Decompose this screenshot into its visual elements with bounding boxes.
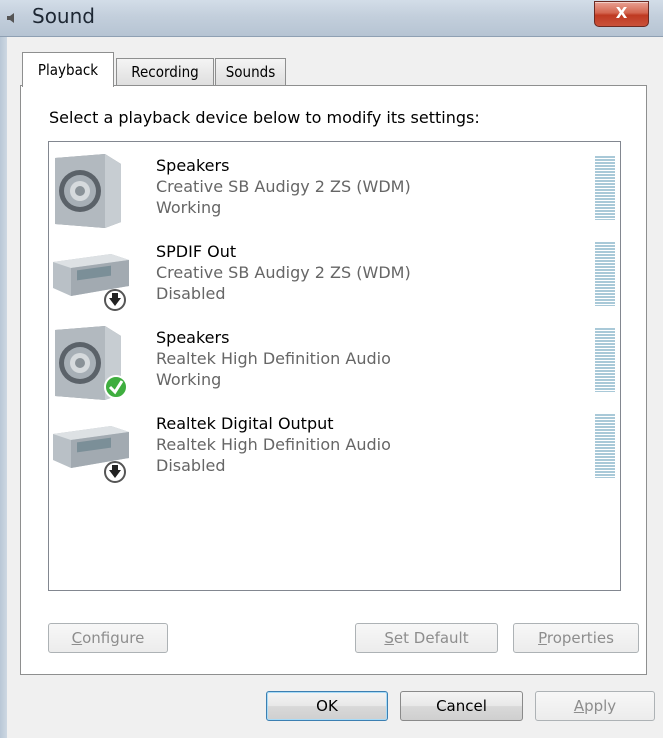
list-item[interactable]: Realtek Digital Output Realtek High Defi… <box>49 400 618 486</box>
device-list[interactable]: Speakers Creative SB Audigy 2 ZS (WDM) W… <box>48 141 621 591</box>
title-bar[interactable]: Sound X <box>0 0 663 37</box>
volume-meter <box>595 156 615 220</box>
volume-meter <box>595 414 615 478</box>
close-button[interactable]: X <box>594 1 649 27</box>
set-default-button[interactable]: Set Default <box>355 623 498 653</box>
instruction-text: Select a playback device below to modify… <box>49 108 480 127</box>
tab-recording[interactable]: Recording <box>116 58 214 86</box>
speaker-icon <box>55 154 121 228</box>
window-title: Sound <box>32 4 95 28</box>
device-description: Realtek High Definition Audio <box>156 349 391 368</box>
ok-button[interactable]: OK <box>266 691 388 721</box>
device-name: SPDIF Out <box>156 242 237 261</box>
digital-output-icon <box>53 254 129 311</box>
tab-sounds[interactable]: Sounds <box>215 58 286 86</box>
tab-playback[interactable]: Playback <box>22 52 114 87</box>
window-left-border <box>0 37 7 738</box>
speaker-icon <box>55 326 128 400</box>
volume-meter <box>595 242 615 306</box>
device-name: Speakers <box>156 328 230 347</box>
device-status: Disabled <box>156 456 226 475</box>
app-icon <box>7 13 14 23</box>
device-name: Speakers <box>156 156 230 175</box>
properties-button[interactable]: Properties <box>513 623 639 653</box>
device-name: Realtek Digital Output <box>156 414 334 433</box>
digital-output-icon <box>53 426 129 483</box>
device-description: Creative SB Audigy 2 ZS (WDM) <box>156 177 411 196</box>
device-status: Disabled <box>156 284 226 303</box>
device-description: Creative SB Audigy 2 ZS (WDM) <box>156 263 411 282</box>
configure-button[interactable]: Configure <box>48 623 168 653</box>
tab-panel-playback: Select a playback device below to modify… <box>20 85 647 675</box>
apply-button[interactable]: Apply <box>535 691 655 721</box>
list-item[interactable]: Speakers Creative SB Audigy 2 ZS (WDM) W… <box>49 142 618 228</box>
device-status: Working <box>156 370 222 389</box>
device-status: Working <box>156 198 222 217</box>
default-check-icon <box>104 375 128 399</box>
cancel-button[interactable]: Cancel <box>400 691 523 721</box>
list-item[interactable]: SPDIF Out Creative SB Audigy 2 ZS (WDM) … <box>49 228 618 314</box>
volume-meter <box>595 328 615 392</box>
device-description: Realtek High Definition Audio <box>156 435 391 454</box>
list-item[interactable]: Speakers Realtek High Definition Audio W… <box>49 314 618 400</box>
close-icon: X <box>615 4 628 22</box>
